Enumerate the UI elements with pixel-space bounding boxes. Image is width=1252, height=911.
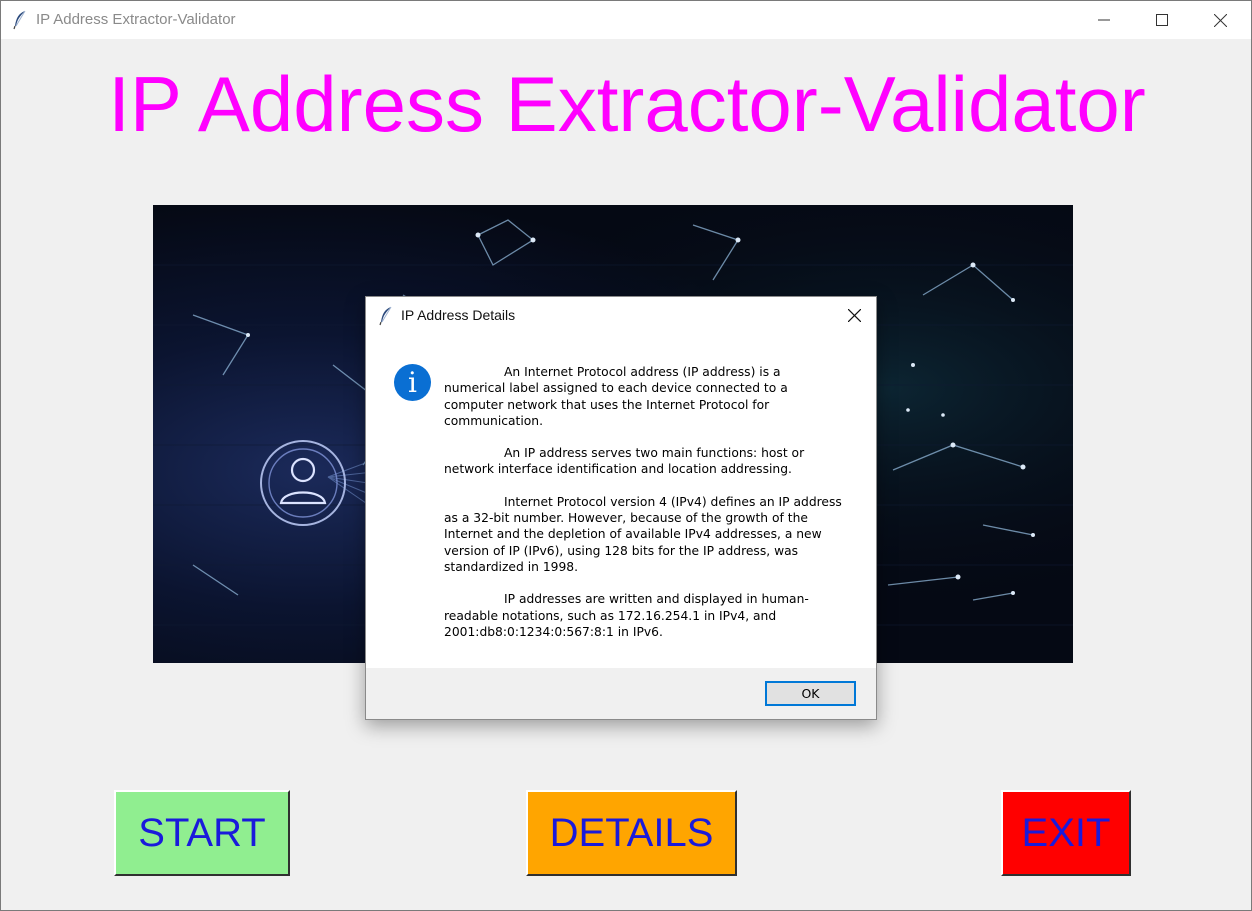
dialog-paragraph: IP addresses are written and displayed i… [444, 592, 809, 639]
dialog-close-button[interactable] [836, 301, 872, 329]
details-button[interactable]: DETAILS [526, 790, 737, 876]
ok-button[interactable]: OK [765, 681, 856, 706]
tk-feather-icon [379, 306, 393, 330]
dialog-paragraph: Internet Protocol version 4 (IPv4) defin… [444, 494, 842, 574]
dialog-message: An Internet Protocol address (IP address… [444, 364, 844, 656]
dialog-title: IP Address Details [401, 307, 516, 323]
maximize-button[interactable] [1133, 1, 1191, 39]
dialog-paragraph: An IP address serves two main functions:… [444, 446, 805, 477]
exit-button[interactable]: EXIT [1001, 790, 1131, 876]
window-title: IP Address Extractor-Validator [36, 11, 236, 28]
dialog-paragraph: An Internet Protocol address (IP address… [444, 365, 788, 428]
app-heading: IP Address Extractor-Validator [108, 60, 1146, 148]
start-button[interactable]: START [114, 790, 290, 876]
app-window: IP Address Extractor-Validator IP Addres… [0, 0, 1252, 911]
close-icon [847, 308, 861, 322]
details-dialog: IP Address Details i An Internet Protoco… [365, 296, 877, 720]
dialog-footer: OK [366, 668, 876, 719]
minimize-icon [1098, 19, 1110, 21]
close-icon [1213, 13, 1227, 27]
info-icon: i [394, 364, 431, 401]
close-window-button[interactable] [1191, 1, 1249, 39]
minimize-button[interactable] [1075, 1, 1133, 39]
dialog-title-bar[interactable]: IP Address Details [366, 297, 876, 333]
title-bar[interactable]: IP Address Extractor-Validator [1, 1, 1251, 39]
maximize-icon [1156, 14, 1168, 26]
tk-feather-icon [13, 10, 27, 34]
